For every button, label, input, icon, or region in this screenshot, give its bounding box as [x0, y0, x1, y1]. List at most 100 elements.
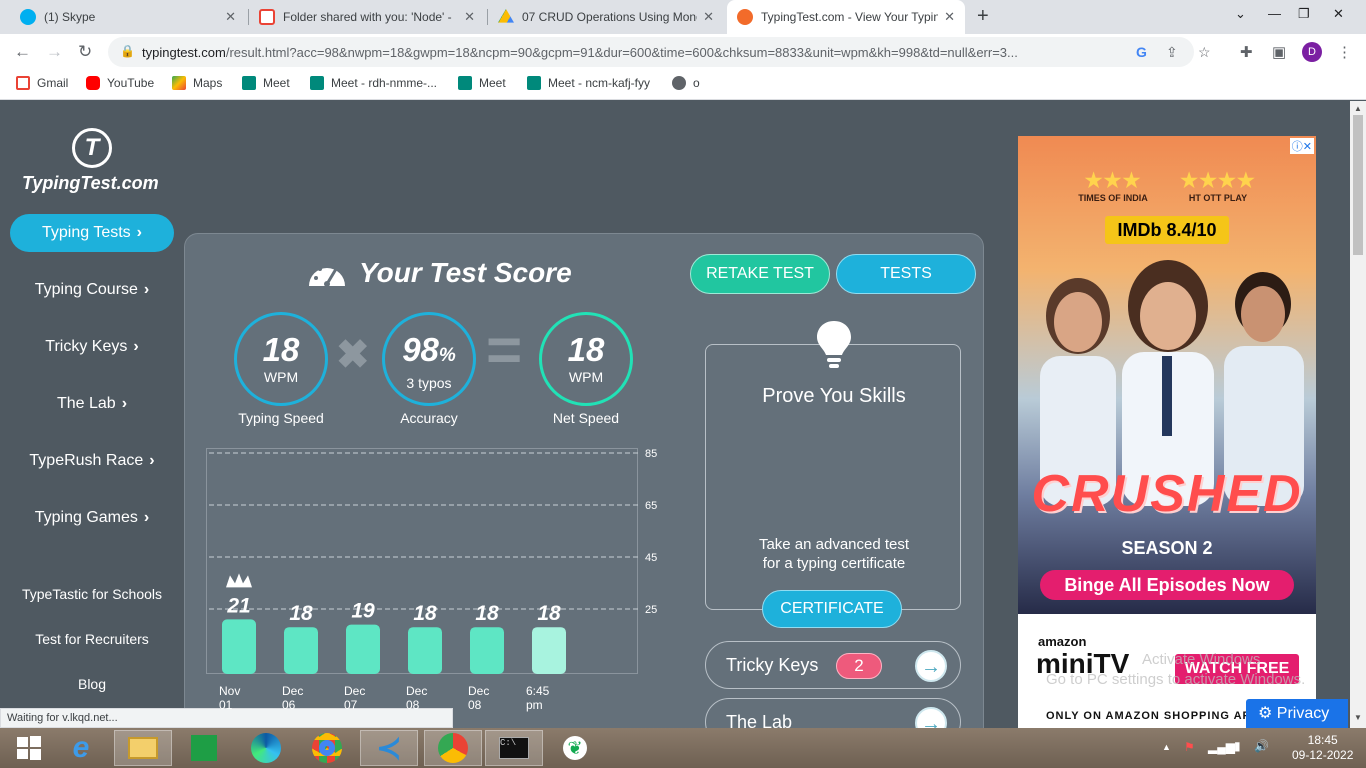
menu-kebab-icon[interactable]: ⋮ — [1337, 43, 1352, 61]
nav-recruiters[interactable]: Test for Recruiters — [10, 631, 174, 647]
profile-avatar[interactable]: D — [1302, 42, 1322, 62]
nav-typing-tests[interactable]: Typing Tests › — [10, 214, 174, 252]
tab-typingtest[interactable]: TypingTest.com - View Your Typin ✕ — [727, 0, 965, 34]
crown-icon — [226, 573, 252, 588]
nav-typerush-race[interactable]: TypeRush Race › — [10, 442, 174, 480]
taskbar-mongodb[interactable]: ❦ — [546, 730, 604, 766]
close-icon[interactable]: ✕ — [944, 9, 955, 25]
start-button[interactable] — [0, 730, 58, 766]
page-scrollbar[interactable]: ▲ ▼ — [1350, 101, 1366, 728]
taskbar-chrome[interactable] — [298, 730, 356, 766]
nav-typing-course[interactable]: Typing Course › — [10, 271, 174, 309]
back-arrow-icon[interactable]: ← — [14, 42, 31, 62]
battery-icon[interactable]: ▮ — [1234, 739, 1241, 753]
lock-icon: 🔒 — [120, 44, 135, 58]
bookmark-meet-2[interactable]: Meet - rdh-nmme-... — [310, 76, 437, 90]
typingtest-logo-icon[interactable]: T — [72, 128, 112, 168]
close-icon[interactable]: ✕ — [703, 9, 714, 25]
chevron-right-icon: › — [143, 281, 150, 298]
restore-icon[interactable]: ❐ — [1298, 6, 1310, 22]
close-icon[interactable]: ✕ — [464, 9, 475, 25]
bar — [346, 624, 380, 674]
tab-drive[interactable]: 07 CRUD Operations Using Mong ✕ — [488, 0, 724, 34]
chrome-profile-icon — [438, 733, 468, 763]
folder-icon — [128, 737, 158, 759]
taskbar-cmd[interactable]: C:\ — [485, 730, 543, 766]
certificate-button[interactable]: CERTIFICATE — [762, 590, 902, 628]
bookmark-maps[interactable]: Maps — [172, 76, 222, 90]
scroll-down-icon[interactable]: ▼ — [1354, 713, 1362, 722]
new-tab-icon[interactable]: + — [977, 5, 989, 28]
advertisement[interactable]: ⓘ✕ ★★★ TIMES OF INDIA ★★★★ HT OTT PLAY I… — [1018, 136, 1316, 728]
x-tick-label: Dec 08 — [406, 684, 428, 712]
taskbar-store[interactable] — [175, 730, 233, 766]
globe-icon — [672, 76, 686, 90]
url-text[interactable]: typingtest.com/result.html?acc=98&nwpm=1… — [142, 45, 1132, 60]
bookmark-meet-1[interactable]: Meet — [242, 76, 290, 90]
skype-icon — [20, 9, 36, 25]
extensions-icon[interactable]: ✚ — [1240, 43, 1253, 61]
prove-desc-line-1: Take an advanced test — [758, 536, 910, 553]
retake-test-button[interactable]: RETAKE TEST — [690, 254, 830, 294]
bookmark-youtube[interactable]: YouTube — [86, 76, 154, 90]
meet-icon — [527, 76, 541, 90]
tray-chevron-icon[interactable]: ▲ — [1162, 742, 1171, 752]
nav-label: TypeRush Race — [29, 452, 144, 469]
tab-search-chevron-icon[interactable]: ⌄ — [1235, 6, 1246, 22]
taskbar-clock[interactable]: 18:45 09-12-2022 — [1292, 733, 1353, 763]
taskbar-file-explorer[interactable] — [114, 730, 172, 766]
vscode-icon: ≺ — [376, 731, 402, 765]
taskbar-edge[interactable] — [237, 730, 295, 766]
bookmark-globe[interactable]: o — [672, 76, 700, 90]
bookmark-star-icon[interactable]: ☆ — [1198, 44, 1211, 61]
arrow-right-icon[interactable]: → — [915, 650, 947, 682]
nav-typetastic[interactable]: TypeTastic for Schools — [10, 586, 174, 602]
chevron-right-icon: › — [136, 224, 142, 241]
share-icon[interactable]: ⇪ — [1166, 44, 1178, 61]
side-panel-icon[interactable]: ▣ — [1272, 43, 1286, 61]
volume-icon[interactable]: 🔊 — [1254, 739, 1269, 753]
network-signal-icon[interactable]: ▂▄▆ — [1208, 740, 1235, 754]
accuracy-percent-sign: % — [438, 345, 456, 366]
google-icon[interactable]: G — [1136, 44, 1147, 60]
site-logo-text[interactable]: TypingTest.com — [22, 173, 159, 194]
nav-tricky-keys[interactable]: Tricky Keys › — [10, 328, 174, 366]
taskbar-ie[interactable]: e — [52, 730, 110, 766]
bookmark-meet-3[interactable]: Meet — [458, 76, 506, 90]
nav-the-lab[interactable]: The Lab › — [10, 385, 174, 423]
reload-icon[interactable]: ↻ — [78, 42, 92, 62]
privacy-button[interactable]: ⚙ Privacy — [1246, 699, 1348, 728]
tab-skype[interactable]: (1) Skype ✕ — [10, 0, 246, 34]
tricky-keys-row[interactable]: Tricky Keys 2 → — [705, 641, 961, 689]
net-speed-value: 18 — [567, 331, 605, 368]
forward-arrow-icon[interactable]: → — [46, 42, 63, 62]
close-window-icon[interactable]: ✕ — [1333, 6, 1344, 22]
tests-button[interactable]: TESTS — [836, 254, 976, 294]
minimize-icon[interactable]: — — [1268, 6, 1281, 21]
bar-value-label: 19 — [351, 600, 375, 623]
command-prompt-icon: C:\ — [499, 737, 529, 759]
bookmark-meet-4[interactable]: Meet - ncm-kafj-fyy — [527, 76, 650, 90]
ad-choices-icon[interactable]: ⓘ✕ — [1289, 138, 1314, 154]
tricky-keys-count-badge: 2 — [836, 653, 882, 679]
nav-typing-games[interactable]: Typing Games › — [10, 499, 174, 537]
close-icon[interactable]: ✕ — [225, 9, 236, 25]
nav-blog[interactable]: Blog — [10, 676, 174, 692]
address-bar[interactable]: 🔒 typingtest.com/result.html?acc=98&nwpm… — [108, 37, 1211, 67]
bookmark-label: Meet — [479, 76, 506, 90]
taskbar-chrome-profile[interactable] — [424, 730, 482, 766]
scroll-up-icon[interactable]: ▲ — [1354, 104, 1362, 113]
arrow-right-icon[interactable]: → — [915, 707, 947, 728]
ad-cta-button[interactable]: Binge All Episodes Now — [1040, 570, 1294, 600]
flag-icon[interactable]: ⚑ — [1184, 740, 1195, 754]
nav-label: Typing Course — [34, 281, 138, 298]
x-tick-label: Dec 06 — [282, 684, 304, 712]
the-lab-row[interactable]: The Lab → — [705, 698, 961, 728]
y-tick-label: 65 — [645, 500, 657, 512]
equals-icon: = — [486, 316, 523, 385]
tab-gmail[interactable]: Folder shared with you: 'Node' - ✕ — [249, 0, 485, 34]
taskbar-vscode[interactable]: ≺ — [360, 730, 418, 766]
meet-icon — [458, 76, 472, 90]
bookmark-gmail[interactable]: Gmail — [16, 76, 68, 90]
scrollbar-thumb[interactable] — [1353, 115, 1363, 255]
